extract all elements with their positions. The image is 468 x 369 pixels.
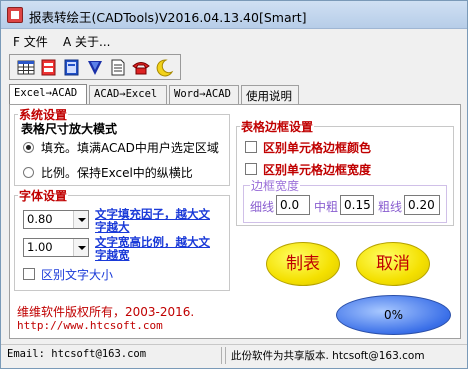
border-color-label: 区别单元格边框颜色	[263, 141, 372, 155]
red-document-icon[interactable]	[39, 58, 59, 77]
aspect-ratio-select[interactable]: 1.00	[23, 238, 89, 257]
blue-arrow-down-icon[interactable]	[85, 58, 105, 77]
status-email: Email: htcsoft@163.com	[7, 348, 147, 360]
fill-mode-label: 填充。填满ACAD中用户选定区域	[41, 141, 219, 155]
distinguish-size-checkbox[interactable]	[23, 268, 35, 280]
blue-document-icon[interactable]	[62, 58, 82, 77]
thick-line-input[interactable]: 0.20	[404, 195, 440, 215]
cancel-button[interactable]: 取消	[356, 242, 430, 286]
moon-icon[interactable]	[154, 58, 174, 77]
border-width-label: 区别单元格边框宽度	[263, 163, 372, 177]
make-table-button[interactable]: 制表	[266, 242, 340, 286]
copyright-text: 维维软件版权所有，2003-2016.	[17, 305, 195, 319]
title-bar: 报表转绘王(CADTools)V2016.04.13.40[Smart]	[1, 1, 467, 29]
aspect-ratio-desc: 文字宽高比例，越大文字越宽	[95, 235, 210, 262]
menu-about[interactable]: A 关于...	[63, 33, 110, 50]
phone-icon[interactable]	[131, 58, 151, 77]
status-bar: Email: htcsoft@163.com 此份软件为共享版本. htcsof…	[1, 344, 467, 366]
system-settings-group: 系统设置 表格尺寸放大模式 填充。填满ACAD中用户选定区域 比例。保持Exce…	[14, 106, 230, 186]
font-settings-group: 字体设置 0.80 文字填充因子，越大文字越大 1.00 文字宽高比例，越大文字…	[14, 187, 230, 291]
tab-word-to-acad[interactable]: Word→ACAD	[169, 85, 239, 104]
fill-mode-radio[interactable]	[23, 142, 34, 153]
aspect-ratio-value: 1.00	[27, 240, 53, 254]
font-settings-label: 字体设置	[18, 187, 69, 204]
thin-line-input[interactable]: 0.0	[276, 195, 310, 215]
app-logo-icon	[7, 7, 23, 23]
tab-panel: 系统设置 表格尺寸放大模式 填充。填满ACAD中用户选定区域 比例。保持Exce…	[9, 104, 461, 339]
status-divider	[225, 347, 226, 364]
medium-line-label: 中粗	[314, 200, 339, 214]
thick-line-label: 粗线	[378, 200, 403, 214]
fill-factor-select[interactable]: 0.80	[23, 210, 89, 229]
menu-bar: F 文件 A 关于...	[1, 30, 467, 50]
medium-line-input[interactable]: 0.15	[340, 195, 374, 215]
tab-help[interactable]: 使用说明	[241, 85, 299, 104]
website-link[interactable]: http://www.htcsoft.com	[17, 319, 163, 332]
progress-indicator: 0%	[336, 295, 451, 335]
status-divider	[221, 347, 222, 364]
border-settings-label: 表格边框设置	[240, 118, 315, 135]
border-width-checkbox[interactable]	[245, 163, 257, 175]
ratio-mode-radio[interactable]	[23, 167, 34, 178]
fill-factor-desc: 文字填充因子，越大文字越大	[95, 207, 210, 234]
table-icon[interactable]	[16, 58, 36, 77]
toolbar	[9, 54, 181, 80]
tab-acad-to-excel[interactable]: ACAD→Excel	[89, 85, 167, 104]
border-settings-group: 表格边框设置 区别单元格边框颜色 区别单元格边框宽度 边框宽度 细线 0.0 中…	[236, 118, 454, 226]
chevron-down-icon	[73, 211, 88, 228]
ratio-mode-label: 比例。保持Excel中的纵横比	[41, 166, 193, 180]
tab-excel-to-acad[interactable]: Excel→ACAD	[9, 84, 87, 105]
app-window: 报表转绘王(CADTools)V2016.04.13.40[Smart] F 文…	[0, 0, 468, 369]
chevron-down-icon	[73, 239, 88, 256]
border-width-group-label: 边框宽度	[250, 177, 301, 194]
distinguish-size-label: 区别文字大小	[41, 268, 114, 282]
border-width-group: 边框宽度 细线 0.0 中粗 0.15 粗线 0.20	[243, 177, 447, 223]
window-title: 报表转绘王(CADTools)V2016.04.13.40[Smart]	[29, 10, 307, 25]
page-icon[interactable]	[108, 58, 128, 77]
fill-factor-value: 0.80	[27, 212, 53, 226]
border-color-checkbox[interactable]	[245, 141, 257, 153]
scale-mode-heading: 表格尺寸放大模式	[21, 122, 118, 136]
status-note: 此份软件为共享版本. htcsoft@163.com	[231, 350, 425, 362]
menu-file[interactable]: F 文件	[13, 33, 48, 50]
thin-line-label: 细线	[250, 200, 275, 214]
